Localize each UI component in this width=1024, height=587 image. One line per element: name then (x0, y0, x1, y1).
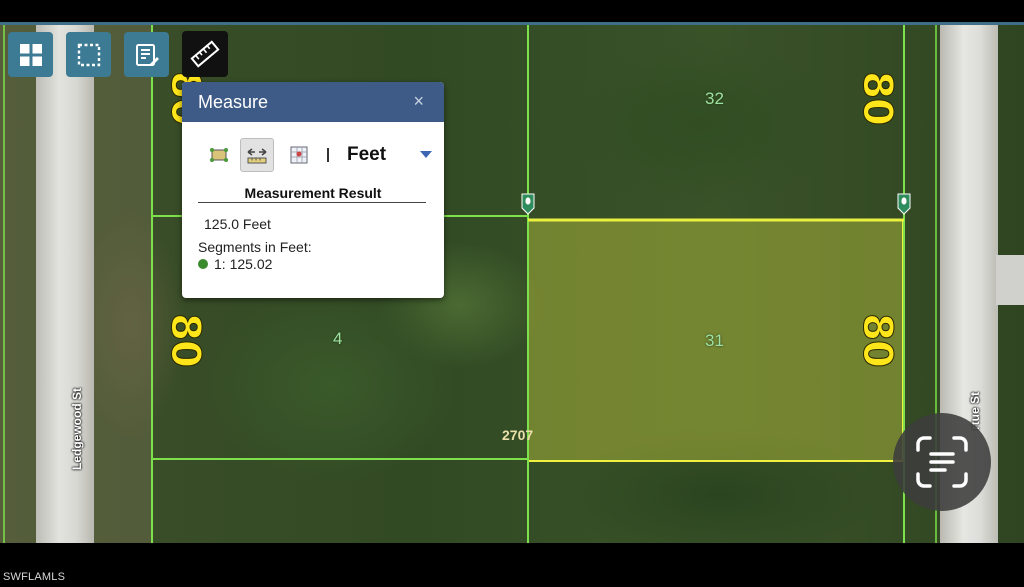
measure-panel-header: Measure × (182, 82, 444, 122)
measure-tools: Feet (202, 138, 432, 172)
measure-ruler-button[interactable] (182, 31, 228, 77)
chevron-down-icon[interactable] (420, 151, 432, 158)
area-tool-icon (210, 148, 228, 162)
close-button[interactable]: × (413, 91, 424, 112)
location-tool-icon (290, 146, 308, 164)
distance-tool-icon (247, 148, 267, 164)
measure-panel: Measure × Feet Measurement Result 125.0 … (182, 82, 444, 298)
lot-number-31: 31 (705, 331, 724, 350)
scan-text-button[interactable] (893, 413, 991, 511)
street-label-ledgewood: Ledgewood St (70, 388, 84, 470)
lot-number-4: 4 (333, 329, 343, 348)
segment-dot-icon (198, 259, 208, 269)
unit-dropdown[interactable]: Feet (347, 144, 386, 166)
select-area-icon (77, 43, 100, 66)
location-tool-button[interactable] (282, 138, 316, 172)
select-area-button[interactable] (66, 32, 111, 77)
address-label: 2707 (502, 427, 534, 443)
segment-value: 1: 125.02 (214, 256, 273, 272)
watermark: SWFLAMLS (3, 571, 66, 583)
grid-icon (19, 43, 42, 66)
layers-grid-button[interactable] (8, 32, 53, 77)
measurement-result-heading: Measurement Result (244, 185, 382, 201)
dimension-label: 80 (853, 71, 900, 126)
edit-form-button[interactable] (124, 32, 169, 77)
dimension-label: 80 (161, 313, 208, 368)
segments-label: Segments in Feet: (198, 239, 312, 255)
lot-number-32: 32 (705, 89, 724, 108)
bottom-bar (0, 543, 1024, 587)
aerial-map[interactable]: Ledgewood St rtue St 32 4 31 80 80 80 80… (0, 25, 1024, 543)
top-bar (0, 0, 1024, 22)
distance-tool-button[interactable] (240, 138, 274, 172)
map-marker-icon[interactable] (521, 193, 535, 215)
divider (198, 202, 426, 203)
tool-separator (327, 148, 329, 162)
edit-form-icon (135, 43, 159, 66)
dimension-label: 80 (853, 313, 900, 368)
panel-title: Measure (198, 92, 269, 112)
map-marker-icon[interactable] (897, 193, 911, 215)
scan-text-icon (916, 436, 968, 488)
area-tool-button[interactable] (202, 138, 236, 172)
segment-item: 1: 125.02 (198, 256, 272, 272)
measurement-result-value: 125.0 Feet (204, 216, 271, 232)
ruler-icon (190, 40, 220, 68)
